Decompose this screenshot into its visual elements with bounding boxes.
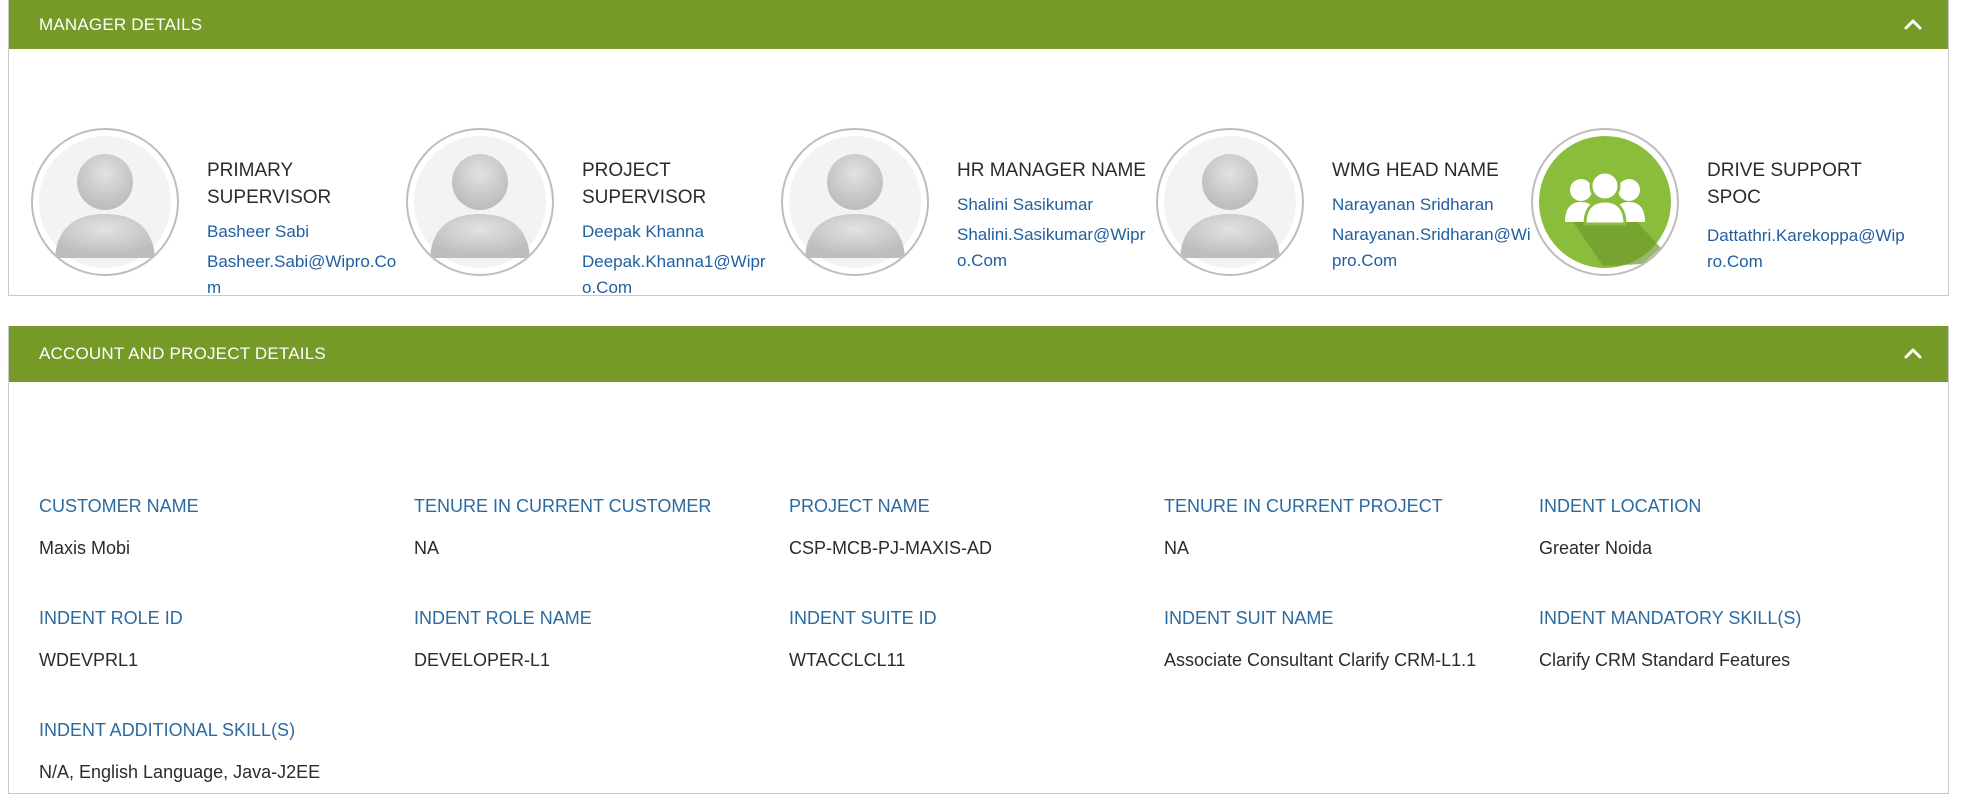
manager-card-drive-support-spoc: DRIVE SUPPORT SPOC Dattathri.Karekoppa@W… <box>1509 79 1905 279</box>
field-indent-mandatory-skills: INDENT MANDATORY SKILL(S) Clarify CRM St… <box>1539 606 1929 672</box>
field-indent-role-id: INDENT ROLE ID WDEVPRL1 <box>39 606 409 672</box>
field-value: Associate Consultant Clarify CRM-L1.1 <box>1164 650 1477 670</box>
field-indent-role-name: INDENT ROLE NAME DEVELOPER-L1 <box>414 606 784 672</box>
chevron-up-icon[interactable] <box>1900 341 1926 367</box>
user-avatar-icon <box>1156 128 1304 276</box>
primary-supervisor-name[interactable]: Basheer Sabi <box>207 221 397 243</box>
manager-details-panel: MANAGER DETAILS PRIMARY SUPERVISOR Bashe… <box>8 0 1949 297</box>
chevron-up-icon[interactable] <box>1900 12 1926 38</box>
field-indent-location: INDENT LOCATION Greater Noida <box>1539 494 1909 560</box>
user-avatar-icon <box>31 128 179 276</box>
field-indent-suite-id: INDENT SUITE ID WTACCLCL11 <box>789 606 1159 672</box>
field-label: INDENT MANDATORY SKILL(S) <box>1539 608 1802 628</box>
field-value: N/A, English Language, Java-J2EE <box>39 762 321 782</box>
user-avatar-icon <box>781 128 929 276</box>
drive-support-spoc-label: DRIVE SUPPORT SPOC <box>1707 160 1862 208</box>
manager-details-title: MANAGER DETAILS <box>39 14 203 34</box>
field-value: Clarify CRM Standard Features <box>1539 650 1791 670</box>
account-project-details-panel: ACCOUNT AND PROJECT DETAILS CUSTOMER NAM… <box>8 326 1949 794</box>
field-label: INDENT LOCATION <box>1539 496 1702 516</box>
field-value: NA <box>414 538 440 558</box>
field-value: DEVELOPER-L1 <box>414 650 551 670</box>
manager-card-wmg-head: WMG HEAD NAME Narayanan Sridharan Naraya… <box>1134 79 1531 279</box>
field-label: TENURE IN CURRENT PROJECT <box>1164 496 1443 516</box>
field-value: CSP-MCB-PJ-MAXIS-AD <box>789 538 993 558</box>
project-supervisor-name[interactable]: Deepak Khanna <box>582 221 772 243</box>
field-label: INDENT SUITE ID <box>789 608 937 628</box>
field-label: INDENT ADDITIONAL SKILL(S) <box>39 720 296 740</box>
field-customer-name: CUSTOMER NAME Maxis Mobi <box>39 494 409 560</box>
account-project-details-header[interactable]: ACCOUNT AND PROJECT DETAILS <box>9 326 1948 382</box>
manager-card-hr-manager: HR MANAGER NAME Shalini Sasikumar Shalin… <box>759 79 1146 279</box>
field-value: WDEVPRL1 <box>39 650 139 670</box>
field-value: NA <box>1164 538 1190 558</box>
hr-manager-label: HR MANAGER NAME <box>957 160 1146 181</box>
field-label: INDENT SUIT NAME <box>1164 608 1334 628</box>
field-value: Maxis Mobi <box>39 538 131 558</box>
field-tenure-current-project: TENURE IN CURRENT PROJECT NA <box>1164 494 1534 560</box>
field-label: INDENT ROLE ID <box>39 608 183 628</box>
field-value: WTACCLCL11 <box>789 650 906 670</box>
manager-card-project-supervisor: PROJECT SUPERVISOR Deepak Khanna Deepak.… <box>384 79 766 297</box>
field-label: TENURE IN CURRENT CUSTOMER <box>414 496 712 516</box>
field-indent-suit-name: INDENT SUIT NAME Associate Consultant Cl… <box>1164 606 1534 672</box>
hr-manager-email[interactable]: Shalini.Sasikumar@Wipro.Com <box>957 222 1157 274</box>
user-avatar-icon <box>406 128 554 276</box>
project-supervisor-label: PROJECT SUPERVISOR <box>582 160 707 208</box>
primary-supervisor-email[interactable]: Basheer.Sabi@Wipro.Com <box>207 249 397 301</box>
project-supervisor-email[interactable]: Deepak.Khanna1@Wipro.Com <box>582 249 772 301</box>
field-label: INDENT ROLE NAME <box>414 608 592 628</box>
group-icon <box>1531 128 1679 276</box>
drive-support-spoc-email[interactable]: Dattathri.Karekoppa@Wipro.Com <box>1707 223 1907 275</box>
account-project-details-title: ACCOUNT AND PROJECT DETAILS <box>39 344 326 363</box>
wmg-head-label: WMG HEAD NAME <box>1332 160 1499 181</box>
primary-supervisor-label: PRIMARY SUPERVISOR <box>207 160 332 208</box>
field-label: PROJECT NAME <box>789 496 930 516</box>
hr-manager-name[interactable]: Shalini Sasikumar <box>957 194 1157 216</box>
field-tenure-current-customer: TENURE IN CURRENT CUSTOMER NA <box>414 494 784 560</box>
manager-card-primary-supervisor: PRIMARY SUPERVISOR Basheer Sabi Basheer.… <box>9 79 396 297</box>
wmg-head-name[interactable]: Narayanan Sridharan <box>1332 194 1532 216</box>
manager-cards: PRIMARY SUPERVISOR Basheer Sabi Basheer.… <box>9 49 1948 297</box>
manager-details-header[interactable]: MANAGER DETAILS <box>9 0 1948 49</box>
field-project-name: PROJECT NAME CSP-MCB-PJ-MAXIS-AD <box>789 494 1159 560</box>
field-indent-additional-skills: INDENT ADDITIONAL SKILL(S) N/A, English … <box>39 718 409 784</box>
wmg-head-email[interactable]: Narayanan.Sridharan@Wipro.Com <box>1332 222 1532 274</box>
field-value: Greater Noida <box>1539 538 1653 558</box>
field-label: CUSTOMER NAME <box>39 496 199 516</box>
